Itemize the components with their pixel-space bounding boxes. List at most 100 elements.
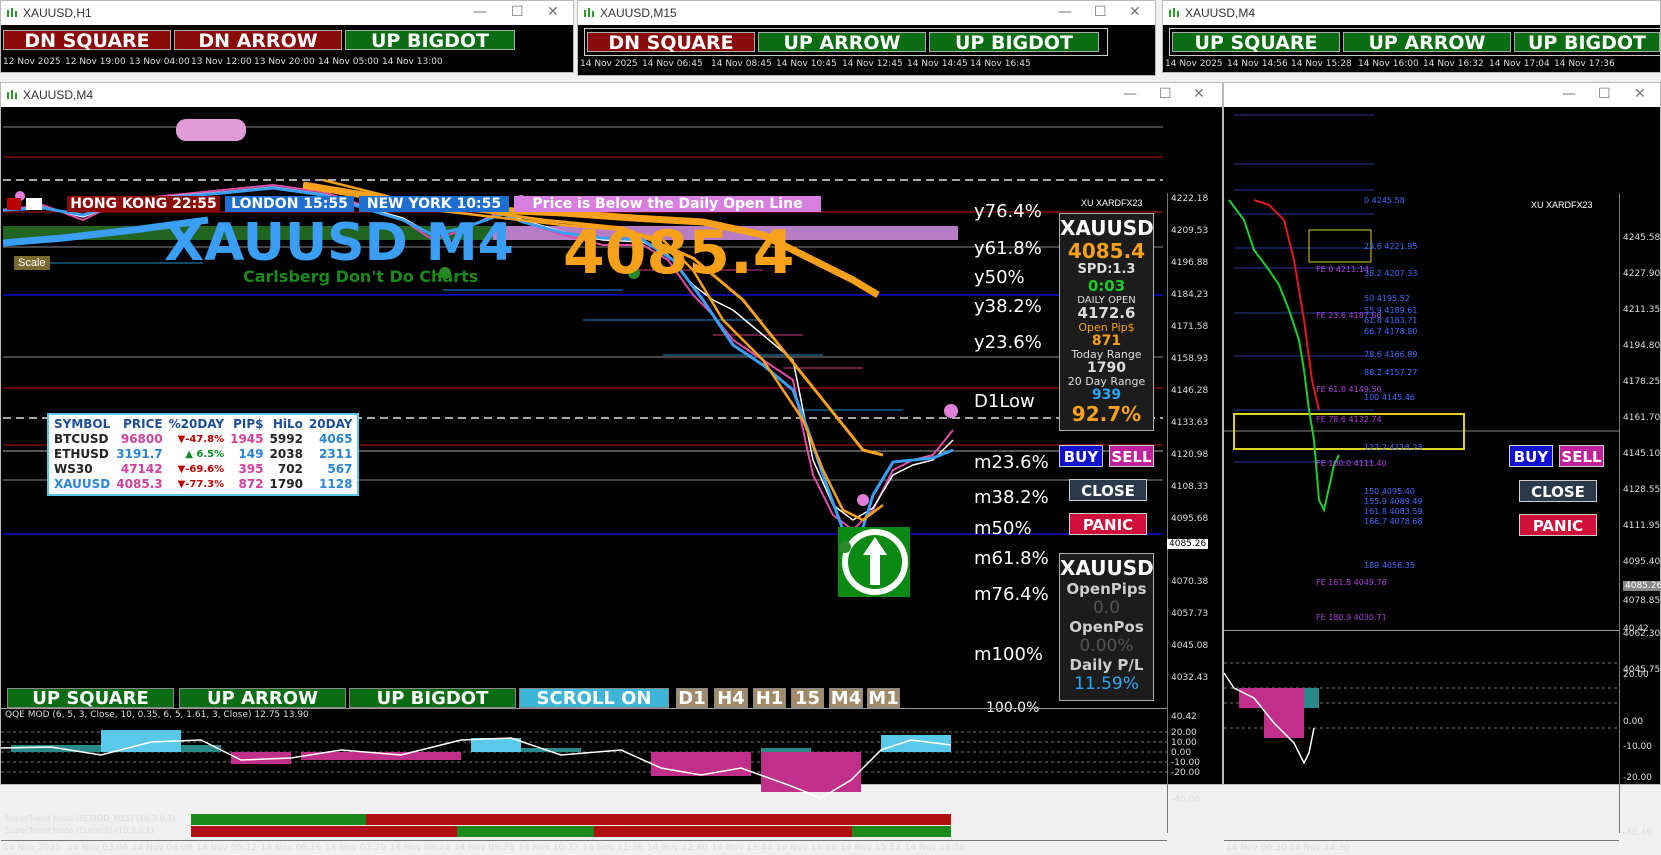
price-axis-label: 4057.73 (1171, 609, 1209, 619)
chart-icon (7, 90, 17, 99)
right-panic-button[interactable]: PANIC (1519, 514, 1597, 536)
price-axis-label: 4194.80 (1623, 341, 1661, 351)
right-close-button[interactable]: CLOSE (1519, 480, 1597, 502)
signal-button[interactable]: UP BIGDOT (1514, 32, 1660, 53)
sell-button[interactable]: SELL (1109, 445, 1154, 467)
tf-button-h1[interactable]: H1 (753, 688, 786, 709)
signal-button[interactable]: UP ARROW (1343, 32, 1511, 53)
fib-label: y76.4% (974, 201, 1042, 222)
qqe-axis-label: 10.00 (1171, 738, 1197, 748)
close-icon[interactable]: ✕ (1193, 86, 1205, 102)
time-axis (1, 840, 1167, 841)
title-bar[interactable]: XAUUSD,H1 — ☐ ✕ (1, 1, 573, 25)
time-label: 14 Nov 09:28 (453, 843, 515, 853)
hilo-cell: 1790 (269, 477, 303, 491)
price-cell: 3191.7 (116, 447, 163, 461)
title-bar[interactable]: XAUUSD,M4 (1163, 1, 1660, 25)
menu-icon[interactable] (7, 198, 21, 210)
close-button[interactable]: CLOSE (1069, 479, 1147, 501)
price-big: 4085.4 (563, 218, 795, 288)
tf-button-m1[interactable]: M1 (867, 688, 900, 709)
tf-button-d1[interactable]: D1 (676, 688, 708, 709)
window-h1[interactable]: XAUUSD,H1 — ☐ ✕ DN SQUARE DN ARROW UP BI… (0, 0, 574, 73)
title-bar[interactable]: XAUUSD,M4 — ☐ ✕ (1, 83, 1222, 107)
window-m4-top[interactable]: XAUUSD,M4 UP SQUARE UP ARROW UP BIGDOT 1… (1162, 0, 1661, 73)
pips-cell: 872 (238, 477, 264, 491)
bars-icon[interactable] (26, 198, 42, 210)
title-bar[interactable]: — ☐ ✕ (1224, 83, 1660, 107)
day-cell: 1128 (319, 477, 353, 491)
minimize-icon[interactable]: — (1562, 86, 1576, 102)
price-axis-label: 4245.58 (1623, 233, 1661, 243)
price-axis-label: 4078.85 (1623, 596, 1661, 606)
time-label: 14 Nov 07:20 (325, 843, 386, 853)
tf-button-m4[interactable]: M4 (829, 688, 863, 709)
info-today-range: 1790 (1087, 360, 1126, 376)
scale-button[interactable]: Scale (14, 256, 50, 270)
fib-label: m23.6% (974, 452, 1049, 473)
tf-button-h4[interactable]: H4 (714, 688, 748, 709)
price-axis-label: 4032.43 (1171, 673, 1209, 683)
buy-button[interactable]: BUY (1059, 445, 1103, 467)
maximize-icon[interactable]: ☐ (1094, 4, 1107, 20)
right-price-chart[interactable] (1224, 110, 1619, 630)
symbol-cell: XAUUSD (54, 477, 111, 491)
day-cell: 2311 (319, 447, 353, 461)
up-square-button[interactable]: UP SQUARE (7, 688, 174, 709)
maximize-icon[interactable]: ☐ (1159, 86, 1172, 102)
price-axis-label: 4045.08 (1171, 641, 1209, 651)
signal-button[interactable]: DN SQUARE (587, 32, 755, 53)
up-arrow-button[interactable]: UP ARROW (179, 688, 346, 709)
signal-button[interactable]: UP ARROW (758, 32, 926, 53)
time-label: 14 Nov 04:08 (131, 843, 193, 853)
pips-cell: 1945 (230, 432, 264, 446)
signal-button[interactable]: DN SQUARE (3, 30, 171, 51)
fib-label: m50% (974, 518, 1032, 539)
minimize-icon[interactable]: — (473, 4, 487, 20)
up-bigdot-button[interactable]: UP BIGDOT (349, 688, 516, 709)
chart-subtitle: Carlsberg Don't Do Charts (243, 267, 479, 286)
pos-open-pips: 0.0 (1092, 598, 1121, 618)
signal-button[interactable]: UP SQUARE (1172, 32, 1340, 53)
maximize-icon[interactable]: ☐ (1598, 86, 1611, 102)
right-buy-button[interactable]: BUY (1509, 445, 1553, 467)
close-icon[interactable]: ✕ (1634, 86, 1646, 102)
window-title: XAUUSD,M4 (23, 88, 94, 102)
signal-button[interactable]: UP BIGDOT (929, 32, 1099, 53)
close-icon[interactable]: ✕ (547, 4, 559, 20)
time-label: 13 Nov 04:00 (129, 57, 190, 67)
title-bar[interactable]: XAUUSD,M15 — ☐ ✕ (578, 1, 1155, 25)
fib-level-label: 55.9 4189.61 (1364, 306, 1418, 315)
price-axis-label: 4196.88 (1171, 258, 1209, 268)
hilo-cell: 5992 (269, 432, 303, 446)
supertrend-m15-strip (191, 814, 951, 825)
close-icon[interactable]: ✕ (1129, 4, 1141, 20)
minimize-icon[interactable]: — (1123, 86, 1137, 102)
window-m15[interactable]: XAUUSD,M15 — ☐ ✕ DN SQUARE UP ARROW UP B… (577, 0, 1156, 76)
day-cell: 567 (327, 462, 353, 476)
minimize-icon[interactable]: — (1058, 4, 1072, 20)
symbol-cell: WS30 (54, 462, 93, 476)
symbol-cell: BTCUSD (54, 432, 109, 446)
fib-level-label: FE 78.6 4132.74 (1316, 415, 1382, 424)
right-sell-button[interactable]: SELL (1559, 445, 1604, 467)
qqe-axis-label: 0.00 (1623, 717, 1644, 727)
price-axis-label: 4111.95 (1623, 521, 1661, 531)
fib-level-label: 127.2 4118.23 (1364, 443, 1423, 452)
panic-button[interactable]: PANIC (1069, 513, 1147, 535)
signal-button[interactable]: UP BIGDOT (345, 30, 515, 51)
time-label: 14 Nov 16:45 (970, 59, 1031, 69)
right-broker-label: XU XARDFX23 (1531, 200, 1593, 210)
qqe-axis-label: 40.42 (1171, 712, 1197, 722)
time-label: 14 Nov 03:04 (67, 843, 129, 853)
qqe-axis-label: -10.00 (1623, 742, 1653, 752)
time-label: 14 Nov 11:36 (582, 843, 644, 853)
price-axis-label: 4133.63 (1171, 418, 1209, 428)
signal-button[interactable]: DN ARROW (174, 30, 342, 51)
scroll-on-button[interactable]: SCROLL ON (519, 688, 669, 709)
window-right-m4[interactable]: — ☐ ✕ XU XARDFX23 0 4245.58 23.6 4221.95 F… (1223, 82, 1661, 853)
window-main-m4[interactable]: XAUUSD,M4 — ☐ ✕ HONG KONG 22:55 LONDON 1… (0, 82, 1223, 853)
pos-open-pos-label: OpenPos (1069, 618, 1144, 636)
tf-button-15[interactable]: 15 (791, 688, 824, 709)
maximize-icon[interactable]: ☐ (511, 4, 524, 20)
